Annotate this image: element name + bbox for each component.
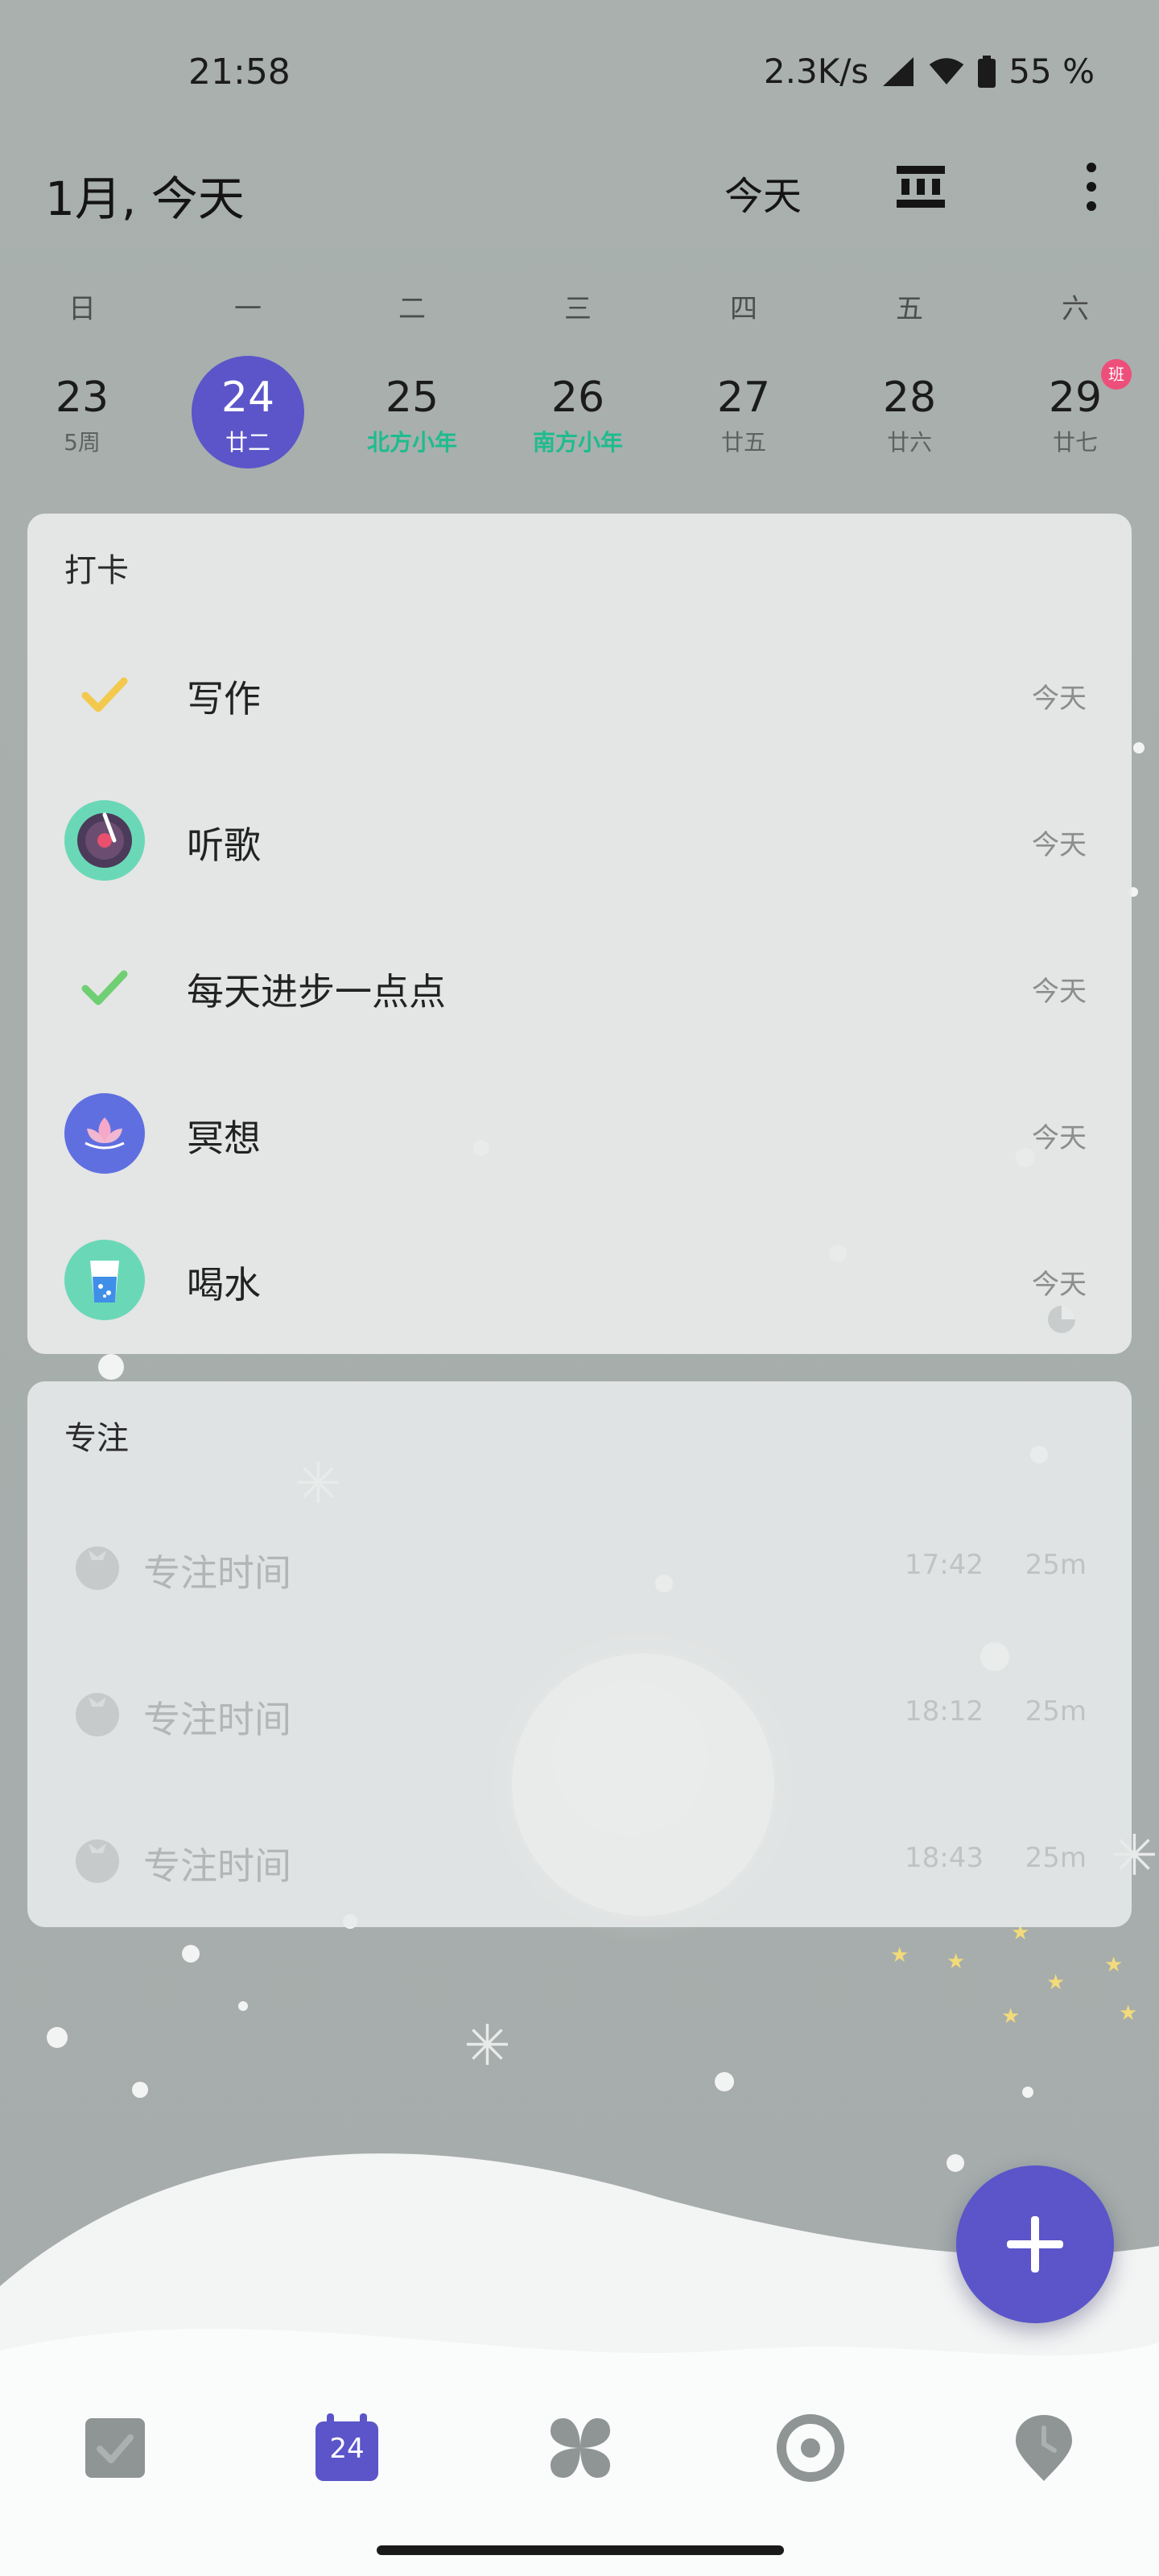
weekday-label: 二 (398, 293, 426, 325)
habit-item[interactable]: 每天进步一点点 今天 (27, 923, 1132, 1051)
loading-indicator-icon (1048, 1306, 1075, 1333)
add-button[interactable] (956, 2165, 1114, 2323)
checkin-card: 打卡 写作 今天 听歌 今天 每天进步一点点 今天 冥想 今天 喝水 今天 (27, 514, 1132, 1354)
calendar-nav-item[interactable]: 24 (311, 2412, 383, 2484)
water-glass-icon[interactable] (64, 1240, 145, 1320)
check-icon-yellow[interactable] (64, 654, 145, 734)
music-disc-icon[interactable] (64, 800, 145, 881)
wifi-icon (930, 57, 964, 85)
date-number: 28 (882, 374, 937, 422)
battery-level: 55 % (1008, 52, 1095, 91)
habit-name: 喝水 (187, 1263, 261, 1307)
date-number: 25 (385, 374, 439, 422)
date-number: 24 (221, 374, 275, 422)
focus-card: 专注 专注时间 17:42 25m 专注时间 18:12 25m 专注时间 18… (27, 1381, 1132, 1927)
habit-date: 今天 (1032, 1269, 1087, 1301)
date-subtitle: 廿六 (886, 429, 932, 456)
bottom-navigation: 24 (0, 2375, 1159, 2520)
network-speed: 2.3K/s (763, 52, 869, 91)
date-cell[interactable]: 23 5周 (26, 374, 138, 457)
view-switch-icon[interactable] (895, 161, 947, 213)
focus-record-duration: 25m (1025, 1549, 1087, 1581)
habit-item[interactable]: 喝水 今天 (27, 1216, 1132, 1344)
home-indicator[interactable] (377, 2545, 784, 2555)
habit-date: 今天 (1032, 683, 1087, 715)
focus-record[interactable]: 专注时间 18:43 25m (27, 1808, 1132, 1905)
tomato-icon (76, 1839, 119, 1883)
date-cell-selected[interactable]: 24 廿二 (192, 356, 304, 472)
focus-record-duration: 25m (1025, 1842, 1087, 1874)
grid-icon[interactable] (544, 2412, 617, 2484)
date-number: 26 (551, 374, 605, 422)
tomato-icon (76, 1693, 119, 1736)
date-cell[interactable]: 27 廿五 (687, 374, 800, 457)
focus-record-name: 专注时间 (143, 1698, 291, 1741)
weekday-label: 一 (234, 293, 262, 325)
date-subtitle: 廿五 (720, 429, 766, 456)
habit-name: 每天进步一点点 (187, 970, 446, 1013)
weekday-header: 日 一 二 三 四 五 六 (0, 287, 1159, 327)
focus-record[interactable]: 专注时间 17:42 25m (27, 1515, 1132, 1612)
battery-icon (978, 55, 996, 88)
focus-record-time: 18:43 (905, 1842, 984, 1874)
pomodoro-icon[interactable] (1008, 2412, 1080, 2484)
weekday-label: 日 (68, 293, 96, 325)
week-date-strip: 23 5周 24 廿二 25 北方小年 26 南方小年 27 廿五 28 廿六 … (0, 356, 1159, 480)
calendar-header: 1月, 今天 今天 (0, 145, 1159, 233)
focus-record-time: 18:12 (905, 1695, 984, 1728)
focus-card-title: 专注 (64, 1420, 129, 1457)
weekday-label: 五 (896, 293, 923, 325)
focus-record-name: 专注时间 (143, 1844, 291, 1888)
calendar-icon-date: 24 (329, 2433, 365, 2465)
more-menu-icon[interactable] (1067, 156, 1116, 217)
date-festival: 北方小年 (366, 429, 457, 456)
habit-item[interactable]: 冥想 今天 (27, 1069, 1132, 1198)
date-festival: 南方小年 (532, 429, 623, 456)
habit-item[interactable]: 写作 今天 (27, 630, 1132, 758)
focus-record-time: 17:42 (905, 1549, 984, 1581)
habit-date: 今天 (1032, 1122, 1087, 1154)
date-subtitle: 廿七 (1052, 429, 1098, 456)
habit-item[interactable]: 听歌 今天 (27, 776, 1132, 905)
habit-date: 今天 (1032, 829, 1087, 861)
today-button[interactable]: 今天 (724, 164, 802, 221)
habit-name: 冥想 (187, 1117, 261, 1160)
date-cell[interactable]: 26 南方小年 (522, 374, 634, 457)
status-indicators: 2.3K/s 55 % (764, 52, 1095, 91)
status-time: 21:58 (188, 52, 291, 93)
tomato-icon (76, 1546, 119, 1590)
focus-record-name: 专注时间 (143, 1551, 291, 1595)
lotus-icon[interactable] (64, 1093, 145, 1174)
habit-date: 今天 (1032, 976, 1087, 1008)
focus-icon[interactable] (774, 2412, 847, 2484)
habit-name: 写作 (187, 677, 261, 720)
checkin-card-title: 打卡 (64, 552, 129, 589)
page-title[interactable]: 1月, 今天 (45, 161, 245, 229)
work-day-badge: 班 (1101, 359, 1132, 390)
date-number: 23 (55, 374, 109, 422)
weekday-label: 三 (564, 293, 592, 325)
focus-record-duration: 25m (1025, 1695, 1087, 1728)
check-icon-green[interactable] (64, 947, 145, 1027)
date-cell[interactable]: 28 廿六 (853, 374, 966, 457)
habit-name: 听歌 (187, 824, 261, 867)
date-number: 27 (716, 374, 771, 422)
weekday-label: 六 (1062, 293, 1089, 325)
date-subtitle: 5周 (64, 429, 101, 456)
date-cell[interactable]: 25 北方小年 (356, 374, 468, 457)
cellular-signal-icon (883, 56, 914, 86)
task-icon[interactable] (79, 2412, 151, 2484)
status-bar: 21:58 2.3K/s 55 % (0, 0, 1159, 153)
date-subtitle: 廿二 (225, 429, 270, 456)
weekday-label: 四 (730, 293, 757, 325)
focus-record[interactable]: 专注时间 18:12 25m (27, 1662, 1132, 1758)
